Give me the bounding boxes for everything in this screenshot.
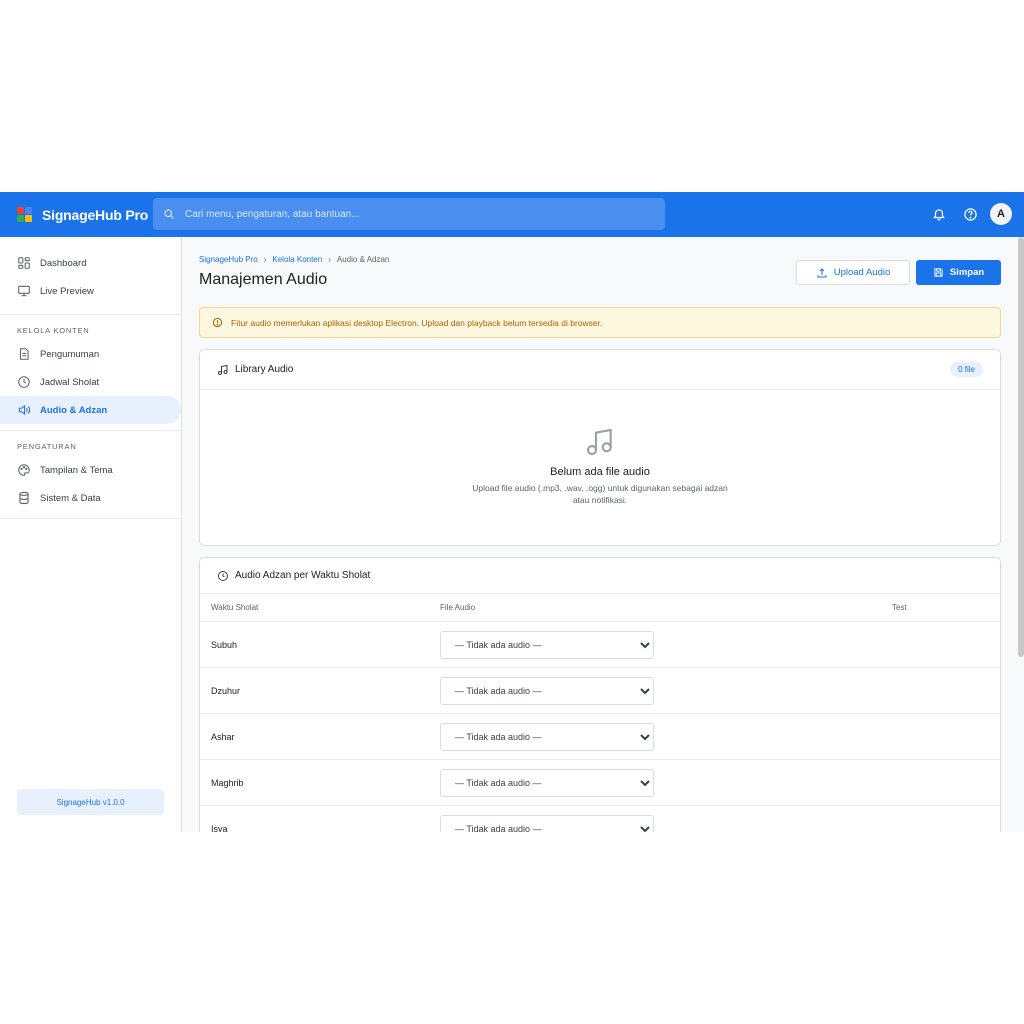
save-icon bbox=[934, 268, 943, 277]
clock-icon bbox=[218, 570, 228, 581]
sidebar-item-sistem-data[interactable]: Sistem & Data bbox=[0, 484, 181, 512]
chevron-right-icon: › bbox=[263, 255, 267, 264]
top-bar: SignageHub Pro A bbox=[0, 192, 1024, 237]
audio-select-dzuhur[interactable]: — Tidak ada audio — bbox=[440, 676, 654, 705]
sidebar-section-title: KELOLA KONTEN bbox=[17, 325, 90, 335]
file-count-badge: 0 file bbox=[950, 362, 983, 377]
sidebar-item-tampilan-tema[interactable]: Tampilan & Tema bbox=[0, 456, 181, 484]
sidebar-item-label: Live Preview bbox=[40, 285, 94, 297]
help-icon bbox=[963, 207, 977, 221]
prayer-name: Subuh bbox=[211, 639, 238, 650]
adzan-title: Audio Adzan per Waktu Sholat bbox=[235, 570, 371, 581]
clock-icon bbox=[18, 376, 30, 388]
sidebar-divider bbox=[0, 518, 181, 519]
help-button[interactable] bbox=[959, 203, 981, 225]
sidebar-item-label: Audio & Adzan bbox=[40, 404, 108, 416]
audio-select-subuh[interactable]: — Tidak ada audio — bbox=[440, 630, 654, 659]
app-name: SignageHub Pro bbox=[42, 206, 149, 223]
user-avatar[interactable]: A bbox=[990, 203, 1012, 225]
save-label: Simpan bbox=[949, 267, 985, 278]
upload-audio-button[interactable]: Upload Audio bbox=[796, 260, 910, 285]
speaker-icon bbox=[18, 404, 31, 416]
warning-icon bbox=[212, 317, 223, 328]
adzan-audio-card: Audio Adzan per Waktu Sholat Waktu Shola… bbox=[199, 557, 1001, 832]
dashboard-icon bbox=[18, 257, 30, 269]
table-row: Dzuhur — Tidak ada audio — bbox=[200, 668, 1000, 714]
monitor-icon bbox=[18, 285, 30, 297]
top-actions: A bbox=[919, 203, 1012, 225]
breadcrumb-link-home[interactable]: SignageHub Pro bbox=[199, 255, 258, 264]
brand[interactable]: SignageHub Pro bbox=[17, 206, 153, 223]
search-bar[interactable] bbox=[153, 198, 665, 230]
table-row: Isya — Tidak ada audio — bbox=[200, 806, 1000, 832]
sidebar: Dashboard Live Preview KELOLA KONTEN Pen… bbox=[0, 237, 182, 832]
adzan-card-header: Audio Adzan per Waktu Sholat bbox=[200, 558, 1000, 594]
audio-select-ashar[interactable]: — Tidak ada audio — bbox=[440, 722, 654, 751]
bell-icon bbox=[932, 209, 946, 221]
prayer-name: Isya bbox=[211, 823, 228, 833]
breadcrumb-link-kelola-konten[interactable]: Kelola Konten bbox=[272, 255, 322, 264]
prayer-name: Dzuhur bbox=[211, 685, 241, 696]
table-header: Waktu Sholat File Audio Test bbox=[200, 594, 1000, 622]
audio-select-maghrib[interactable]: — Tidak ada audio — bbox=[440, 768, 654, 797]
breadcrumb-current: Audio & Adzan bbox=[336, 255, 390, 264]
sidebar-item-live-preview[interactable]: Live Preview bbox=[0, 277, 181, 305]
column-header-test: Test bbox=[892, 603, 907, 612]
library-audio-card: Library Audio 0 file Belum ada file audi… bbox=[199, 349, 1001, 546]
sidebar-item-jadwal-sholat[interactable]: Jadwal Sholat bbox=[0, 368, 181, 396]
warning-alert: Fitur audio memerlukan aplikasi desktop … bbox=[199, 307, 1001, 338]
column-header-waktu: Waktu Sholat bbox=[211, 603, 259, 612]
table-row: Maghrib — Tidak ada audio — bbox=[200, 760, 1000, 806]
sidebar-item-label: Tampilan & Tema bbox=[40, 464, 113, 476]
upload-audio-label: Upload Audio bbox=[833, 267, 891, 278]
alert-text: Fitur audio memerlukan aplikasi desktop … bbox=[231, 317, 603, 328]
sidebar-item-label: Sistem & Data bbox=[40, 492, 101, 504]
prayer-name: Maghrib bbox=[211, 777, 244, 788]
sidebar-item-label: Jadwal Sholat bbox=[40, 376, 100, 388]
table-row: Subuh — Tidak ada audio — bbox=[200, 622, 1000, 668]
save-button[interactable]: Simpan bbox=[916, 260, 1001, 285]
sidebar-item-dashboard[interactable]: Dashboard bbox=[0, 249, 181, 277]
column-header-file: File Audio bbox=[440, 603, 476, 612]
sidebar-item-label: Pengumuman bbox=[40, 348, 100, 360]
library-title: Library Audio bbox=[235, 364, 294, 375]
sidebar-section-title: PENGATURAN bbox=[17, 441, 77, 451]
upload-icon bbox=[817, 267, 827, 277]
audio-select-isya[interactable]: — Tidak ada audio — bbox=[440, 814, 654, 832]
sidebar-item-audio-adzan[interactable]: Audio & Adzan bbox=[0, 396, 181, 424]
search-icon bbox=[164, 209, 174, 219]
app-window: SignageHub Pro A Dashboard Live Preview bbox=[0, 192, 1024, 832]
main-scrollbar[interactable] bbox=[1018, 237, 1024, 657]
empty-state-title: Belum ada file audio bbox=[550, 466, 650, 478]
app-logo-icon bbox=[17, 206, 33, 223]
search-input[interactable] bbox=[185, 208, 625, 220]
page-title: Manajemen Audio bbox=[199, 271, 328, 288]
database-icon bbox=[19, 491, 29, 505]
prayer-name: Ashar bbox=[211, 731, 235, 742]
chevron-right-icon: › bbox=[328, 255, 331, 264]
breadcrumb: SignageHub Pro › Kelola Konten › Audio &… bbox=[199, 255, 389, 264]
version-badge: SignageHub v1.0.0 bbox=[17, 789, 164, 815]
document-icon bbox=[19, 348, 29, 360]
music-note-icon bbox=[218, 364, 228, 375]
sidebar-item-label: Dashboard bbox=[40, 257, 87, 269]
music-note-icon bbox=[586, 428, 612, 456]
empty-state: Belum ada file audio Upload file audio (… bbox=[200, 426, 1000, 506]
library-card-header: Library Audio 0 file bbox=[200, 350, 1000, 390]
notification-bell-button[interactable] bbox=[928, 203, 950, 225]
palette-icon bbox=[18, 464, 30, 476]
sidebar-item-pengumuman[interactable]: Pengumuman bbox=[0, 340, 181, 368]
empty-state-description: Upload file audio (.mp3, .wav, .ogg) unt… bbox=[472, 483, 728, 505]
table-row: Ashar — Tidak ada audio — bbox=[200, 714, 1000, 760]
